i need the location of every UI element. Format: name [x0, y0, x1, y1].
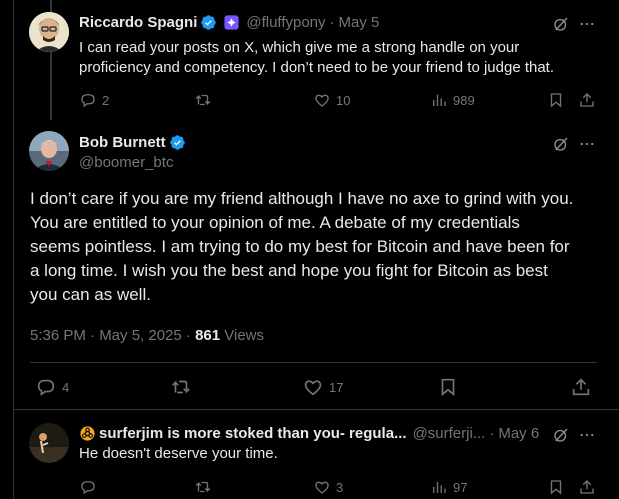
repost-button[interactable] — [194, 478, 212, 496]
view-count: 989 — [453, 92, 475, 108]
share-button[interactable] — [578, 478, 596, 496]
biohazard-emoji-icon — [80, 426, 95, 441]
tweet-line: I don’t care if you are my friend althou… — [30, 189, 574, 208]
view-count: 97 — [453, 479, 468, 495]
like-button[interactable]: 10 — [313, 91, 350, 109]
views-chart-icon — [433, 481, 446, 493]
views-button[interactable]: 97 — [430, 478, 467, 496]
avatar-bob[interactable] — [29, 131, 69, 171]
tweet-line: seems pointless. I am trying to do my be… — [30, 237, 570, 256]
share-button[interactable] — [570, 376, 592, 398]
repost-icon — [195, 94, 211, 106]
like-button[interactable]: 17 — [302, 376, 343, 398]
separator-dot: · — [329, 14, 335, 31]
bookmark-icon — [441, 378, 455, 397]
reply-count: 4 — [62, 379, 70, 395]
avatar-riccardo[interactable] — [29, 12, 69, 52]
repost-button[interactable] — [170, 376, 192, 398]
separator-dot: · — [489, 425, 495, 442]
post-timestamp: 5:36 PM · May 5, 2025 · 861 Views — [30, 327, 264, 344]
like-button[interactable]: 3 — [313, 478, 343, 496]
author-handle[interactable]: @fluffypony — [246, 14, 325, 31]
reply-button[interactable] — [79, 478, 97, 496]
share-icon — [580, 480, 594, 494]
reply-icon — [81, 94, 95, 108]
reply2-text: He doesn't deserve your time. — [79, 445, 278, 462]
views-label: Views — [220, 327, 265, 344]
views-chart-icon — [433, 94, 446, 106]
bookmark-button[interactable] — [437, 376, 459, 398]
avatar-surferjim[interactable] — [29, 423, 69, 463]
affiliate-badge-icon — [224, 15, 239, 30]
more-options-icon[interactable] — [577, 14, 597, 34]
views-button[interactable]: 989 — [430, 91, 475, 109]
bookmark-icon — [550, 480, 562, 495]
grok-icon[interactable] — [551, 425, 571, 445]
share-icon — [580, 93, 594, 107]
reply-icon — [37, 379, 55, 396]
reply-button[interactable]: 2 — [79, 91, 109, 109]
author-handle[interactable]: @surferji... — [413, 425, 486, 442]
repost-icon — [172, 380, 190, 394]
like-count: 17 — [329, 379, 344, 395]
post-time[interactable]: 5:36 PM · May 5, 2025 · — [30, 327, 195, 344]
heart-icon — [315, 481, 329, 494]
heart-icon — [315, 94, 329, 107]
bookmark-icon — [550, 93, 562, 108]
verified-badge-icon — [169, 135, 185, 150]
author-handle[interactable]: @boomer_btc — [79, 154, 173, 171]
repost-icon — [195, 481, 211, 493]
author-name[interactable]: Riccardo Spagni — [79, 14, 197, 31]
more-options-icon[interactable] — [577, 134, 597, 154]
reply1-text-line: I can read your posts on X, which give m… — [79, 39, 520, 56]
reply1-text-line: proficiency and competency. I don’t need… — [79, 59, 555, 76]
main-tweet-text: I don’t care if you are my friend althou… — [30, 187, 610, 307]
bookmark-button[interactable] — [547, 91, 565, 109]
share-icon — [572, 378, 590, 396]
reply-icon — [81, 481, 95, 495]
repost-button[interactable] — [194, 91, 212, 109]
divider — [30, 362, 597, 363]
grok-icon[interactable] — [551, 134, 571, 154]
tweet-line: You are entitled to your opinion of me. … — [30, 213, 520, 232]
like-count: 3 — [336, 479, 344, 495]
view-count: 861 — [195, 327, 221, 344]
reply1-header: Riccardo Spagni @fluffypony · May 5 — [79, 14, 379, 31]
post-date[interactable]: May 5 — [339, 14, 380, 31]
share-button[interactable] — [578, 91, 596, 109]
reply1-text: I can read your posts on X, which give m… — [79, 38, 599, 78]
reply-button[interactable]: 4 — [35, 376, 69, 398]
author-name[interactable]: surferjim is more stoked than you- regul… — [99, 425, 407, 442]
bookmark-button[interactable] — [547, 478, 565, 496]
heart-icon — [304, 380, 322, 396]
like-count: 10 — [336, 92, 351, 108]
tweet-line: a long time. I wish you the best and hop… — [30, 261, 548, 280]
reply-count: 2 — [102, 92, 110, 108]
divider — [14, 409, 619, 410]
author-name[interactable]: Bob Burnett — [79, 134, 166, 151]
verified-badge-icon — [201, 15, 217, 30]
post-date[interactable]: May 6 — [498, 425, 539, 442]
reply2-header: surferjim is more stoked than you- regul… — [79, 425, 539, 442]
tweet-line: you can as well. — [30, 285, 151, 304]
more-options-icon[interactable] — [577, 425, 597, 445]
main-header: Bob Burnett — [79, 134, 186, 151]
grok-icon[interactable] — [551, 14, 571, 34]
